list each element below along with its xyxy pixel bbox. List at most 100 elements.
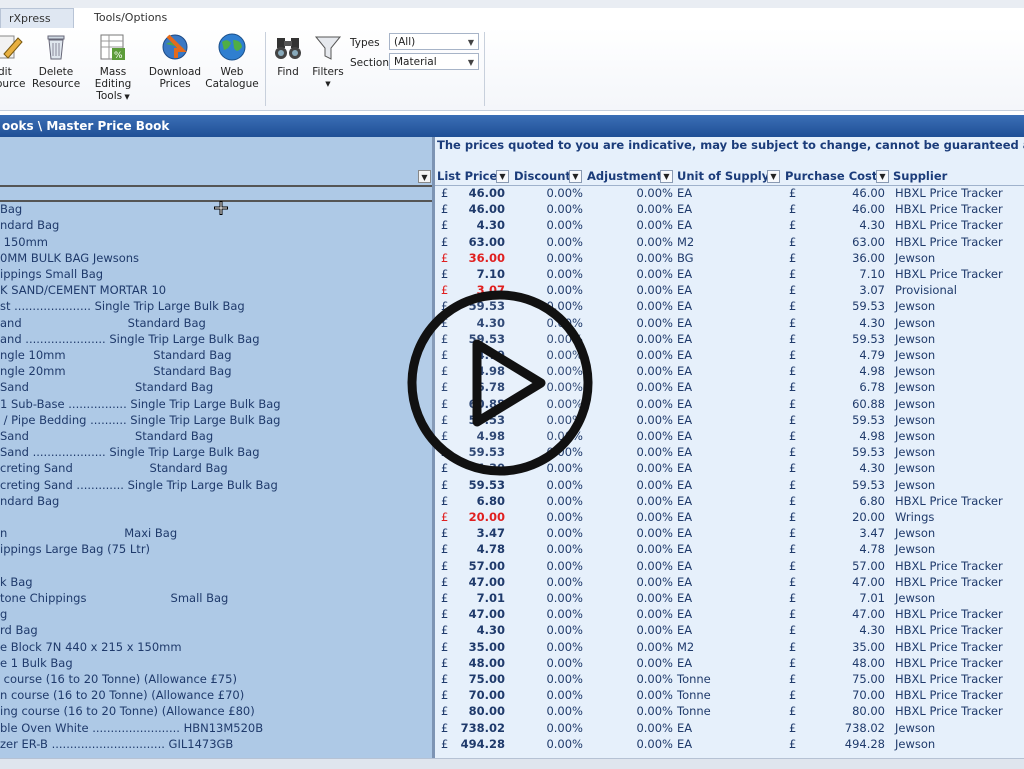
description-row[interactable]: zer ER-B ...............................… <box>0 736 432 752</box>
table-row[interactable]: £46.00 0.00% 0.00% EA £46.00 HBXL Price Track… <box>435 185 1024 201</box>
description-row[interactable]: ble Oven White ........................ … <box>0 720 432 736</box>
list-price-cell: 47.00 <box>468 574 505 589</box>
supplier-cell: Jewson <box>895 380 936 395</box>
discount-filter-dropdown[interactable]: ▼ <box>569 170 582 183</box>
table-row[interactable]: £4.30 0.00% 0.00% EA £4.30 HBXL Price Tracker <box>435 622 1024 638</box>
table-row[interactable]: £738.02 0.00% 0.00% EA £738.02 Jewson <box>435 720 1024 736</box>
table-row[interactable]: £20.00 0.00% 0.00% EA £20.00 Wrings <box>435 509 1024 525</box>
description-row[interactable]: k Bag <box>0 574 432 590</box>
find-button[interactable]: Find <box>270 32 306 78</box>
tab-tools-options[interactable]: Tools/Options <box>86 8 192 28</box>
description-row[interactable]: course (16 to 20 Tonne) (Allowance £75) <box>0 671 432 687</box>
description-row[interactable]: ippings Small Bag <box>0 266 432 282</box>
unit-cell: EA <box>677 461 693 476</box>
unit-cell: EA <box>677 607 693 622</box>
description-row[interactable]: e 1 Bulk Bag <box>0 655 432 671</box>
edit-resource-button[interactable]: dit ource <box>0 32 26 90</box>
currency-symbol: £ <box>441 591 449 605</box>
description-row[interactable]: n course (16 to 20 Tonne) (Allowance £70… <box>0 687 432 703</box>
horizontal-scrollbar[interactable] <box>0 758 1024 769</box>
column-supplier[interactable]: Supplier <box>893 168 947 185</box>
discount-cell: 0.00% <box>546 655 583 670</box>
table-row[interactable]: £36.00 0.00% 0.00% BG £36.00 Jewson <box>435 250 1024 266</box>
tab-toolkit[interactable]: rXpress Toolkit <box>0 8 74 45</box>
column-adjustment[interactable]: Adjustment <box>587 168 662 185</box>
table-row[interactable]: £48.00 0.00% 0.00% EA £48.00 HBXL Price Track… <box>435 655 1024 671</box>
description-row[interactable]: and ...................... Single Trip L… <box>0 331 432 347</box>
table-row[interactable]: £4.78 0.00% 0.00% EA £4.78 Jewson <box>435 541 1024 557</box>
supplier-cell: Jewson <box>895 331 936 346</box>
table-row[interactable]: £59.53 0.00% 0.00% EA £59.53 Jewson <box>435 477 1024 493</box>
table-row[interactable]: £4.30 0.00% 0.00% EA £4.30 HBXL Price Tracker <box>435 217 1024 233</box>
description-row[interactable]: ngle 20mm Standard Bag <box>0 363 432 379</box>
mass-editing-tools-button[interactable]: % Mass Editing Tools ▼ <box>80 32 146 103</box>
list-price-filter-dropdown[interactable]: ▼ <box>496 170 509 183</box>
play-icon[interactable] <box>405 288 595 478</box>
table-row[interactable]: £57.00 0.00% 0.00% EA £57.00 HBXL Price Track… <box>435 558 1024 574</box>
table-row[interactable]: £7.10 0.00% 0.00% EA £7.10 HBXL Price Tracker <box>435 266 1024 282</box>
supplier-cell: Jewson <box>895 720 936 735</box>
description-filter-dropdown[interactable]: ▼ <box>418 170 431 183</box>
description-row[interactable]: 150mm <box>0 234 432 250</box>
table-row[interactable]: £46.00 0.00% 0.00% EA £46.00 HBXL Price Track… <box>435 201 1024 217</box>
supplier-cell: HBXL Price Tracker <box>895 493 1003 508</box>
table-row[interactable]: £63.00 0.00% 0.00% M2 £63.00 HBXL Price Track… <box>435 234 1024 250</box>
table-row[interactable]: £3.47 0.00% 0.00% EA £3.47 Jewson <box>435 525 1024 541</box>
description-row[interactable]: rd Bag <box>0 622 432 638</box>
download-prices-button[interactable]: Download Prices <box>146 32 204 90</box>
description-row[interactable] <box>0 509 432 525</box>
purchase-cost-cell: 4.98 <box>859 364 885 379</box>
description-row[interactable]: K SAND/CEMENT MORTAR 10 <box>0 282 432 298</box>
types-select[interactable]: (All) ▼ <box>389 33 479 50</box>
table-row[interactable]: £494.28 0.00% 0.00% EA £494.28 Jewson <box>435 736 1024 752</box>
column-list-price[interactable]: List Price <box>437 168 497 185</box>
table-row[interactable]: £7.01 0.00% 0.00% EA £7.01 Jewson <box>435 590 1024 606</box>
table-row[interactable]: £35.00 0.00% 0.00% M2 £35.00 HBXL Price Track… <box>435 639 1024 655</box>
description-row[interactable] <box>0 558 432 574</box>
description-row[interactable]: 0MM BULK BAG Jewsons <box>0 250 432 266</box>
table-row[interactable]: £47.00 0.00% 0.00% EA £47.00 HBXL Price Track… <box>435 606 1024 622</box>
description-row[interactable]: ngle 10mm Standard Bag <box>0 347 432 363</box>
unit-cell: EA <box>677 477 693 492</box>
section-select[interactable]: Material ▼ <box>389 53 479 70</box>
description-row[interactable]: creting Sand ............. Single Trip L… <box>0 477 432 493</box>
table-row[interactable]: £47.00 0.00% 0.00% EA £47.00 HBXL Price Track… <box>435 574 1024 590</box>
web-catalogue-button[interactable]: Web Catalogue <box>204 32 260 90</box>
filters-button[interactable]: Filters ▼ <box>308 32 348 90</box>
column-discount[interactable]: Discount <box>514 168 571 185</box>
description-row[interactable]: st ..................... Single Trip Lar… <box>0 298 432 314</box>
unit-filter-dropdown[interactable]: ▼ <box>767 170 780 183</box>
table-row[interactable]: £70.00 0.00% 0.00% Tonne £70.00 HBXL Price Tr… <box>435 687 1024 703</box>
table-row[interactable]: £80.00 0.00% 0.00% Tonne £80.00 HBXL Price Tr… <box>435 703 1024 719</box>
delete-resource-button[interactable]: Delete Resource <box>32 32 80 90</box>
description-row[interactable]: Sand Standard Bag <box>0 379 432 395</box>
description-row[interactable]: n Maxi Bag <box>0 525 432 541</box>
currency-symbol: £ <box>789 380 797 395</box>
description-row[interactable] <box>0 185 432 201</box>
description-row[interactable]: g <box>0 606 432 622</box>
column-purchase-cost[interactable]: Purchase Cost <box>785 168 877 185</box>
description-row[interactable]: / Pipe Bedding .......... Single Trip La… <box>0 412 432 428</box>
supplier-cell: HBXL Price Tracker <box>895 267 1003 281</box>
table-row[interactable]: £6.80 0.00% 0.00% EA £6.80 HBXL Price Tracker <box>435 493 1024 509</box>
purchase-cost-cell: 3.07 <box>859 283 885 298</box>
column-unit-of-supply[interactable]: Unit of Supply <box>677 168 769 185</box>
purchase-cost-filter-dropdown[interactable]: ▼ <box>876 170 889 183</box>
description-row[interactable]: creting Sand Standard Bag <box>0 460 432 476</box>
description-row[interactable]: ippings Large Bag (75 Ltr) <box>0 541 432 557</box>
description-row[interactable]: ndard Bag <box>0 493 432 509</box>
description-row[interactable]: Sand .................... Single Trip La… <box>0 444 432 460</box>
adjustment-cell: 0.00% <box>636 607 673 622</box>
description-row[interactable]: tone Chippings Small Bag <box>0 590 432 606</box>
description-row[interactable]: ing course (16 to 20 Tonne) (Allowance £… <box>0 703 432 719</box>
currency-symbol: £ <box>441 639 449 654</box>
description-row[interactable]: 1 Sub-Base ................ Single Trip … <box>0 396 432 412</box>
description-row[interactable]: Sand Standard Bag <box>0 428 432 444</box>
unit-cell: EA <box>677 364 693 379</box>
description-row[interactable]: and Standard Bag <box>0 315 432 331</box>
description-row[interactable]: ndard Bag <box>0 217 432 233</box>
purchase-cost-cell: 35.00 <box>852 639 885 654</box>
table-row[interactable]: £75.00 0.00% 0.00% Tonne £75.00 HBXL Price Tr… <box>435 671 1024 687</box>
description-row[interactable]: e Block 7N 440 x 215 x 150mm <box>0 639 432 655</box>
adjustment-filter-dropdown[interactable]: ▼ <box>660 170 673 183</box>
